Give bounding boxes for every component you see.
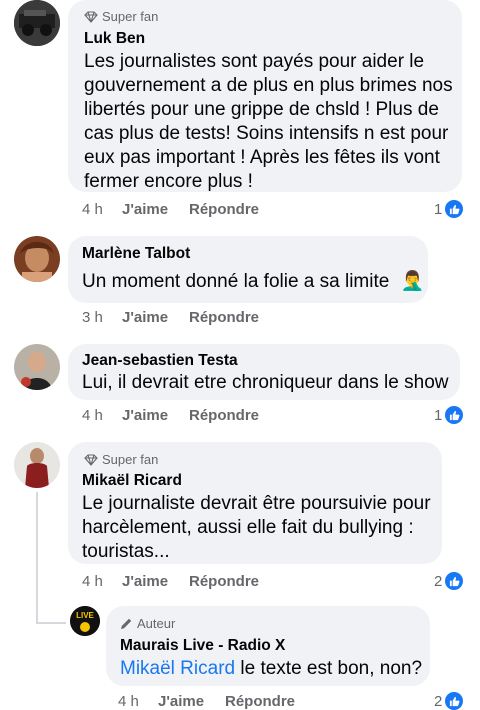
page-avatar-logo-text: LIVE bbox=[76, 611, 94, 620]
reaction-count[interactable]: 2 bbox=[434, 572, 464, 590]
reaction-number: 2 bbox=[434, 692, 443, 710]
super-fan-badge: Super fan bbox=[84, 9, 158, 24]
comment-actions: 4 h J'aime Répondre bbox=[82, 407, 259, 424]
timestamp[interactable]: 4 h bbox=[82, 573, 122, 590]
comment-text: Les journalistes sont payés pour aider l… bbox=[84, 51, 453, 192]
mention-link[interactable]: Mikaël Ricard bbox=[120, 658, 235, 679]
like-button[interactable]: J'aime bbox=[122, 573, 189, 590]
like-button[interactable]: J'aime bbox=[158, 693, 225, 710]
pencil-icon bbox=[121, 618, 132, 629]
reply-button[interactable]: Répondre bbox=[189, 407, 259, 424]
like-button[interactable]: J'aime bbox=[122, 201, 189, 218]
comment-actions: 4 h J'aime Répondre bbox=[82, 201, 259, 218]
comment-actions: 3 h J'aime Répondre bbox=[82, 309, 259, 326]
reply-text: Mikaël Ricard le texte est bon, non? bbox=[120, 657, 422, 681]
page-avatar[interactable]: LIVE bbox=[70, 606, 100, 636]
commenter-name[interactable]: Jean-sebastien Testa bbox=[82, 352, 238, 370]
timestamp[interactable]: 4 h bbox=[118, 693, 158, 710]
commenter-name[interactable]: Mikaël Ricard bbox=[82, 472, 182, 490]
commenter-name[interactable]: Marlène Talbot bbox=[82, 245, 190, 263]
avatar[interactable] bbox=[14, 236, 60, 282]
reply-button[interactable]: Répondre bbox=[189, 201, 259, 218]
comment-text: Un moment donné la folie a sa limite 🤦‍♂… bbox=[82, 270, 425, 294]
timestamp[interactable]: 3 h bbox=[82, 309, 122, 326]
reply-button[interactable]: Répondre bbox=[189, 573, 259, 590]
reply-button[interactable]: Répondre bbox=[189, 309, 259, 326]
badge-label: Super fan bbox=[102, 452, 159, 467]
reply-actions: 4 h J'aime Répondre bbox=[118, 693, 295, 710]
badge-label: Auteur bbox=[137, 616, 176, 631]
thumbs-up-icon bbox=[445, 406, 464, 424]
reaction-number: 1 bbox=[434, 406, 443, 424]
like-button[interactable]: J'aime bbox=[122, 309, 189, 326]
reaction-count[interactable]: 2 bbox=[434, 692, 464, 710]
badge-label: Super fan bbox=[102, 9, 159, 24]
reply-text-body: le texte est bon, non? bbox=[235, 658, 423, 679]
reaction-count[interactable]: 1 bbox=[434, 200, 464, 218]
timestamp[interactable]: 4 h bbox=[82, 407, 122, 424]
diamond-icon bbox=[84, 453, 98, 466]
commenter-name[interactable]: Luk Ben bbox=[84, 30, 145, 48]
comment-text: Lui, il devrait etre chroniqueur dans le… bbox=[82, 372, 449, 393]
reply-button[interactable]: Répondre bbox=[225, 693, 295, 710]
thumbs-up-icon bbox=[445, 572, 464, 590]
thread-connector bbox=[36, 622, 66, 624]
avatar[interactable] bbox=[14, 344, 60, 390]
reaction-count[interactable]: 1 bbox=[434, 406, 464, 424]
avatar[interactable] bbox=[14, 442, 60, 488]
timestamp[interactable]: 4 h bbox=[82, 201, 122, 218]
comment-text-body: Un moment donné la folie a sa limite bbox=[82, 271, 390, 292]
commenter-name[interactable]: Maurais Live - Radio X bbox=[120, 637, 285, 655]
thread-connector bbox=[36, 492, 38, 624]
comment-actions: 4 h J'aime Répondre bbox=[82, 573, 259, 590]
thumbs-up-icon bbox=[445, 200, 464, 218]
reaction-number: 1 bbox=[434, 200, 443, 218]
diamond-icon bbox=[84, 10, 98, 23]
thumbs-up-icon bbox=[445, 692, 464, 710]
avatar[interactable] bbox=[14, 0, 60, 46]
facepalm-emoji: 🤦‍♂️ bbox=[400, 271, 425, 292]
author-badge: Auteur bbox=[120, 616, 175, 631]
like-button[interactable]: J'aime bbox=[122, 407, 189, 424]
reaction-number: 2 bbox=[434, 572, 443, 590]
comment-text: Le journaliste devrait être poursuivie p… bbox=[82, 493, 431, 562]
super-fan-badge: Super fan bbox=[84, 452, 158, 467]
